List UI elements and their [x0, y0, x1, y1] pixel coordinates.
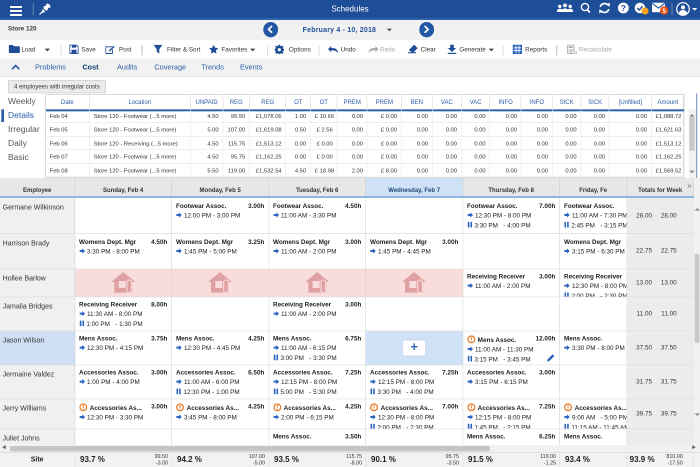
svg-text:?: ?	[620, 3, 625, 13]
svg-text:5: 5	[662, 8, 666, 15]
